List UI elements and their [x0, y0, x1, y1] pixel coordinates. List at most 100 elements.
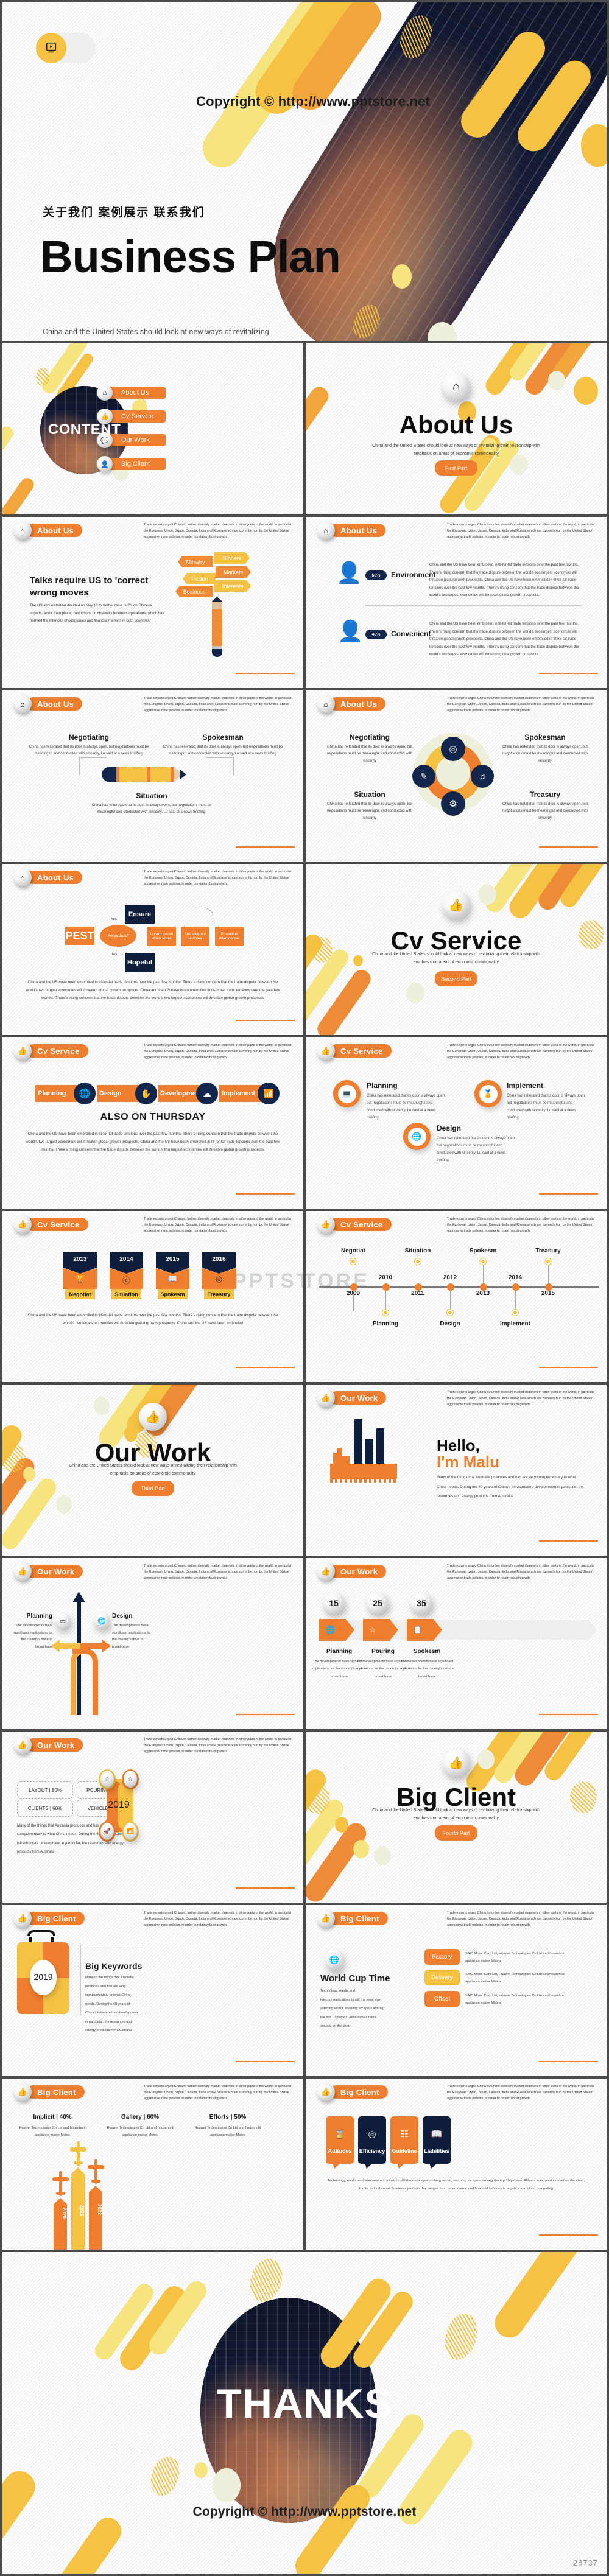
- section-header-desc: Trade experts urged China to further div…: [447, 1391, 595, 1406]
- arrow-step-label: Spokesm: [413, 1648, 441, 1655]
- deco-circle: [581, 124, 607, 167]
- status-badge: 40%: [365, 630, 387, 639]
- section-header-label: Our Work: [26, 1738, 83, 1752]
- timeline-label: Negotiat: [341, 1248, 365, 1254]
- persona-label: Convenient: [391, 630, 431, 638]
- card-label: Attitudes: [328, 2148, 352, 2154]
- timeline-node: [382, 1283, 390, 1291]
- section-header: 👍 Big Client: [13, 2083, 85, 2101]
- quad-body: China has reiterated that its door is al…: [163, 745, 283, 756]
- footer-rule: [539, 1193, 598, 1195]
- section-header: 👍 Cv Service: [13, 1042, 88, 1060]
- circle-badge: 🌐: [403, 1123, 431, 1150]
- timeline-year: 2014: [508, 1274, 523, 1281]
- timeline-dot: [350, 1258, 356, 1265]
- toc-item-cv-service[interactable]: 👍 Cv Service: [97, 409, 166, 424]
- timeline-year: 2011: [411, 1290, 424, 1297]
- card-label: Efficiency: [359, 2148, 385, 2154]
- globe-pin-icon: 🌐: [325, 1949, 343, 1971]
- timeline-node: [415, 1283, 422, 1291]
- ship-waves: [330, 1478, 397, 1483]
- slide-section-about-us: ⌂ About Us China and the United States s…: [306, 343, 607, 514]
- circle-label: Planning: [367, 1081, 398, 1090]
- section-header-label: About Us: [329, 524, 386, 537]
- info-card[interactable]: [423, 2116, 451, 2164]
- chart-series-desc: Huawei Technologies Co Ltd and household…: [19, 2126, 86, 2137]
- click-icon: ◎: [215, 1274, 223, 1283]
- persona-body: China and the US have been embroiled in …: [429, 622, 579, 657]
- thumbs-up-icon: 👍: [13, 1736, 32, 1754]
- section-header: ⌂ About Us: [13, 521, 83, 539]
- info-card[interactable]: [326, 2116, 354, 2164]
- bar: [354, 1419, 362, 1464]
- section-button[interactable]: Second Part: [435, 971, 477, 986]
- slide-caption: Technology, media and telecommunications…: [327, 2179, 585, 2191]
- flag-tag: Interests: [214, 580, 251, 592]
- section-header-desc: Trade experts urged China to further div…: [144, 1217, 292, 1233]
- slide-four-steps: 👍 Cv Service Trade experts urged China t…: [2, 1037, 303, 1209]
- section-header-desc: Trade experts urged China to further div…: [447, 523, 595, 539]
- home-icon: ⌂: [442, 373, 470, 401]
- sitemap-icon: ☷: [400, 2129, 409, 2139]
- home-icon: ⌂: [317, 695, 335, 713]
- plane-body: [77, 2143, 80, 2166]
- card-pointer: [397, 2163, 406, 2169]
- slide-big-keywords: 👍 Big Client Trade experts urged China t…: [2, 1905, 303, 2076]
- deco-circle: [406, 983, 424, 1003]
- timeline-label: Design: [440, 1321, 460, 1327]
- section-header-desc: Trade experts urged China to further div…: [447, 1564, 595, 1580]
- toc-item-our-work[interactable]: 💬 Our Work: [97, 432, 166, 448]
- section-button[interactable]: First Part: [435, 460, 477, 476]
- info-card[interactable]: [390, 2116, 418, 2164]
- section-button[interactable]: Fourth Part: [435, 1825, 477, 1841]
- books-icon: 📖: [167, 1274, 178, 1283]
- section-header: 👍 Big Client: [317, 1909, 388, 1928]
- coin-icon: ⓒ: [122, 1276, 130, 1285]
- copyright-text: Copyright © http://www.pptstore.net: [192, 2505, 417, 2519]
- deco-circle: [353, 955, 363, 966]
- footer-rule: [236, 1193, 295, 1195]
- card-pointer: [365, 2163, 373, 2169]
- timeline-dot: [382, 1310, 389, 1316]
- hello-body: Many of the things that Australia produc…: [437, 1475, 584, 1498]
- keywords-year: 2019: [33, 1972, 53, 1982]
- section-header-label: About Us: [26, 524, 83, 537]
- hero-nav[interactable]: 关于我们 案例展示 联系我们: [43, 203, 205, 220]
- worldcup-desc: SAIC Motor Corp Ltd, Huawei Technologies…: [465, 1994, 566, 2006]
- timeline-year: 2013: [476, 1290, 490, 1297]
- section-header: 👍 Our Work: [317, 1389, 387, 1407]
- deco-circle: [56, 1495, 72, 1514]
- card-label: Spokesm: [158, 1289, 188, 1299]
- section-header-label: About Us: [26, 871, 83, 884]
- section-header: 👍 Big Client: [317, 2083, 388, 2101]
- arrow-step-body: The developments have significant implic…: [399, 1660, 455, 1679]
- card-label: Liabilities: [424, 2148, 449, 2154]
- home-icon: ⌂: [13, 695, 32, 713]
- footer-rule: [539, 2061, 598, 2062]
- pencil-eraser: [212, 649, 222, 657]
- section-header: ⌂ About Us: [13, 868, 83, 886]
- toc-item-about-us[interactable]: ⌂ About Us: [97, 385, 166, 401]
- timeline-axis: [319, 1286, 599, 1288]
- thumbs-up-icon: 👍: [13, 1042, 32, 1060]
- quad-body: China has reiterated that its door is al…: [29, 745, 149, 756]
- section-header: 👍 Our Work: [13, 1736, 83, 1754]
- slide-arrow-steps: 👍 Our Work Trade experts urged China to …: [306, 1558, 607, 1729]
- thumbs-up-icon: 👍: [442, 891, 470, 919]
- worldcup-tag: Delivery: [424, 1970, 460, 1985]
- thumbs-up-icon: 👍: [13, 1562, 32, 1581]
- worldcup-title: World Cup Time: [320, 1973, 390, 1984]
- arrow-left-shaft: [56, 1643, 82, 1649]
- quad-body: China has reiterated that its door is al…: [327, 802, 412, 820]
- home-icon: ⌂: [13, 521, 32, 539]
- logo-icon-wrap[interactable]: [36, 33, 66, 63]
- info-card[interactable]: [358, 2116, 386, 2164]
- pest-no-box: Hopeful: [125, 953, 155, 972]
- section-button[interactable]: Third Part: [132, 1481, 174, 1496]
- timeline-label: Planning: [372, 1321, 399, 1327]
- step-number: 25: [367, 1592, 389, 1614]
- toc-item-big-client[interactable]: 👤 Big Client: [97, 456, 166, 472]
- slide-world-cup: 👍 Big Client Trade experts urged China t…: [306, 1905, 607, 2076]
- persona-body: China and the US have been embroiled in …: [429, 563, 579, 598]
- timeline-node: [480, 1283, 487, 1291]
